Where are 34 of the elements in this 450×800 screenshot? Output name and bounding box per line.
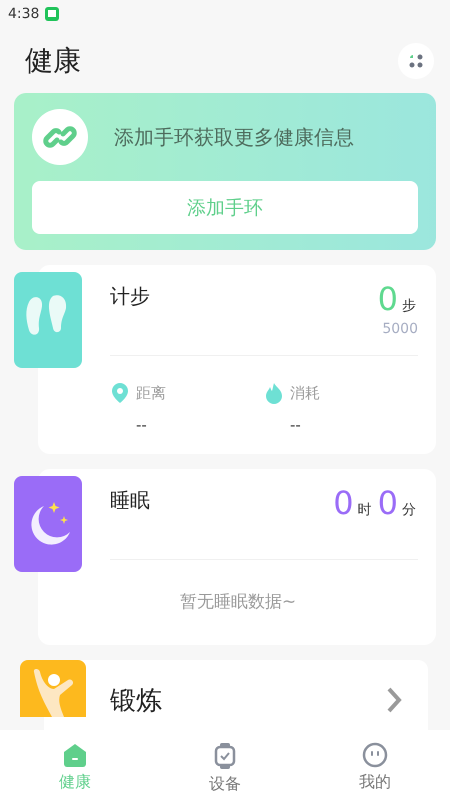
nav-tab[interactable]: 设备 [150, 730, 300, 800]
unit-label: 步 [402, 297, 416, 315]
stat-label: 距离 [136, 384, 166, 402]
face-icon [362, 742, 388, 768]
home-icon [62, 742, 88, 768]
chevron-right-icon [386, 686, 402, 714]
card-title: 睡眠 [110, 487, 150, 514]
banner-message: 添加手环获取更多健康信息 [114, 124, 354, 150]
status-time: 4:38 [8, 6, 40, 22]
stat-value: -- [289, 416, 302, 434]
flame-icon [264, 382, 284, 404]
dots-menu-icon [407, 52, 425, 70]
steps-card[interactable]: 计步 0 步 5000 距离 -- 消耗 -- [38, 265, 436, 454]
card-title: 锻炼 [110, 684, 162, 718]
footprints-icon [14, 272, 82, 368]
step-goal: 5000 [382, 321, 418, 337]
unit-label: 时 [358, 501, 372, 519]
exercise-card[interactable]: 锻炼 [44, 660, 428, 730]
sleep-card[interactable]: 睡眠 0 时 0 分 暂无睡眠数据~ [38, 469, 436, 645]
exercise-icon [20, 660, 86, 717]
card-title: 计步 [110, 283, 150, 310]
moon-icon [14, 476, 82, 572]
sleep-hours: 0 [333, 487, 354, 519]
app-notification-icon [45, 7, 60, 21]
menu-button[interactable] [398, 42, 434, 78]
location-pin-icon [110, 382, 130, 404]
sleep-minutes: 0 [378, 487, 398, 519]
nav-tab[interactable]: 我的 [300, 730, 450, 800]
stat-value: -- [135, 416, 148, 434]
page-title: 健康 [25, 42, 81, 78]
empty-message: 暂无睡眠数据~ [180, 591, 296, 613]
stat-label: 消耗 [290, 384, 320, 402]
step-count: 0 [378, 283, 398, 315]
unit-label: 分 [402, 501, 416, 519]
